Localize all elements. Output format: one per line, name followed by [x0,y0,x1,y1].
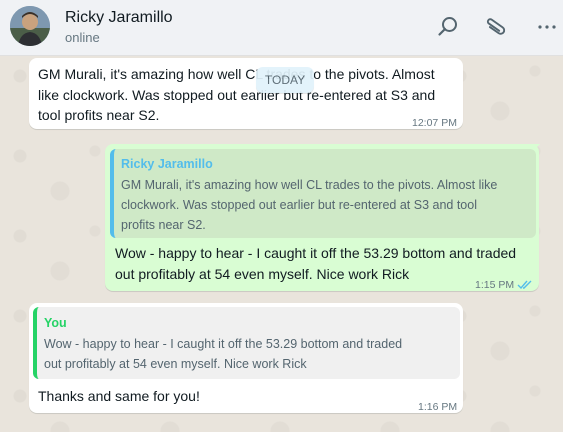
menu-icon[interactable] [534,14,560,40]
avatar[interactable] [10,6,50,46]
quote-line: profits near S2. [121,218,206,232]
quote-line: Wow - happy to hear - I caught it off th… [44,337,403,351]
message-time: 1:15 PM [475,279,515,291]
double-check-read-icon [517,275,533,296]
message-line: Wow - happy to hear - I caught it off th… [115,245,517,261]
outgoing-message[interactable]: Ricky Jaramillo GM Murali, it's amazing … [105,144,539,291]
contact-status: online [65,30,100,45]
attach-icon[interactable] [483,14,509,40]
search-icon[interactable] [435,14,461,40]
quote-line: clockwork. Was stopped out earlier but r… [121,198,477,212]
quote-author: You [44,316,67,330]
quote-text: Wow - happy to hear - I caught it off th… [44,334,402,374]
incoming-message[interactable]: GM Murali, it's amazing how well CL trad… [29,58,463,129]
quoted-message[interactable]: Ricky Jaramillo GM Murali, it's amazing … [110,149,536,238]
message-text: Thanks and same for you! [38,386,200,407]
quoted-message[interactable]: You Wow - happy to hear - I caught it of… [33,307,460,379]
message-line: tool profits near S2. [38,107,160,123]
message-text: GM Murali, it's amazing how well CL trad… [38,64,435,126]
incoming-message[interactable]: You Wow - happy to hear - I caught it of… [29,303,463,413]
quote-line: out profitably at 54 even myself. Nice w… [44,357,307,371]
quote-author: Ricky Jaramillo [121,157,213,171]
message-time: 12:07 PM [412,117,457,129]
message-line: out profitably at 54 even myself. Nice w… [115,265,410,282]
chat-header: Ricky Jaramillo online [0,0,563,56]
message-text: Wow - happy to hear - I caught it off th… [115,243,516,284]
message-line: like clockwork. Was stopped out earlier … [38,86,436,103]
contact-name[interactable]: Ricky Jaramillo [65,9,173,27]
message-line: Thanks and same for you! [38,388,200,404]
message-line: GM Murali, it's amazing how well CL trad… [38,66,435,82]
date-chip: TODAY [256,67,314,93]
quote-line: GM Murali, it's amazing how well CL trad… [121,178,498,192]
quote-text: GM Murali, it's amazing how well CL trad… [121,175,497,235]
message-time: 1:16 PM [418,401,458,413]
